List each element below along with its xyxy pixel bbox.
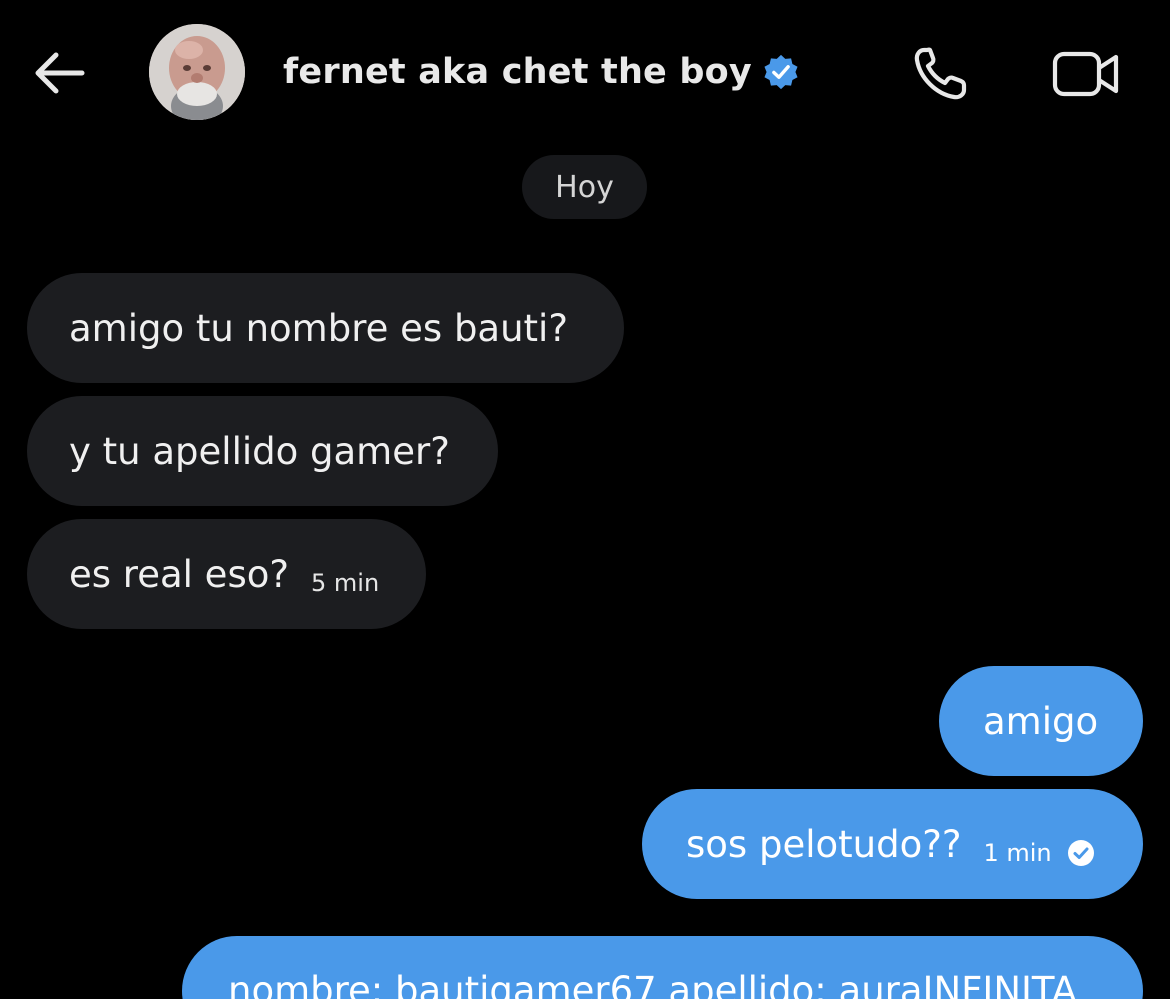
- message-bubble-outgoing[interactable]: amigo: [939, 666, 1143, 776]
- date-separator: Hoy: [522, 155, 647, 219]
- back-button[interactable]: [30, 48, 90, 98]
- phone-icon: [914, 47, 967, 100]
- date-separator-label: Hoy: [555, 169, 614, 205]
- message-text: amigo tu nombre es bauti?: [69, 306, 568, 350]
- verified-badge-icon: [764, 54, 798, 90]
- contact-name-text: fernet aka chet the boy: [283, 52, 752, 92]
- read-check-icon: [1067, 840, 1094, 866]
- avatar[interactable]: [149, 24, 245, 120]
- message-timestamp: 1 min: [983, 839, 1052, 867]
- message-text: es real eso?: [69, 552, 289, 596]
- message-bubble-incoming[interactable]: es real eso? 5 min: [27, 519, 426, 629]
- avatar-photo: [149, 24, 245, 120]
- message-timestamp: 5 min: [311, 569, 380, 597]
- video-call-button[interactable]: [1050, 46, 1122, 102]
- call-button[interactable]: [910, 44, 974, 104]
- message-bubble-outgoing[interactable]: nombre: bautigamer67 apellido: auraINFIN…: [182, 936, 1143, 999]
- back-arrow-icon: [35, 52, 85, 94]
- video-camera-icon: [1052, 51, 1119, 97]
- message-text: y tu apellido gamer?: [69, 429, 450, 473]
- message-text: amigo: [983, 699, 1099, 743]
- message-text: nombre: bautigamer67 apellido: auraINFIN…: [228, 969, 1077, 999]
- message-bubble-incoming[interactable]: amigo tu nombre es bauti?: [27, 273, 624, 383]
- chat-screen: fernet aka chet the boy Hoy amigo tu nom…: [0, 0, 1170, 999]
- message-bubble-outgoing[interactable]: sos pelotudo?? 1 min: [642, 789, 1143, 899]
- contact-name[interactable]: fernet aka chet the boy: [283, 52, 800, 92]
- message-text: sos pelotudo??: [686, 822, 962, 866]
- message-bubble-incoming[interactable]: y tu apellido gamer?: [27, 396, 498, 506]
